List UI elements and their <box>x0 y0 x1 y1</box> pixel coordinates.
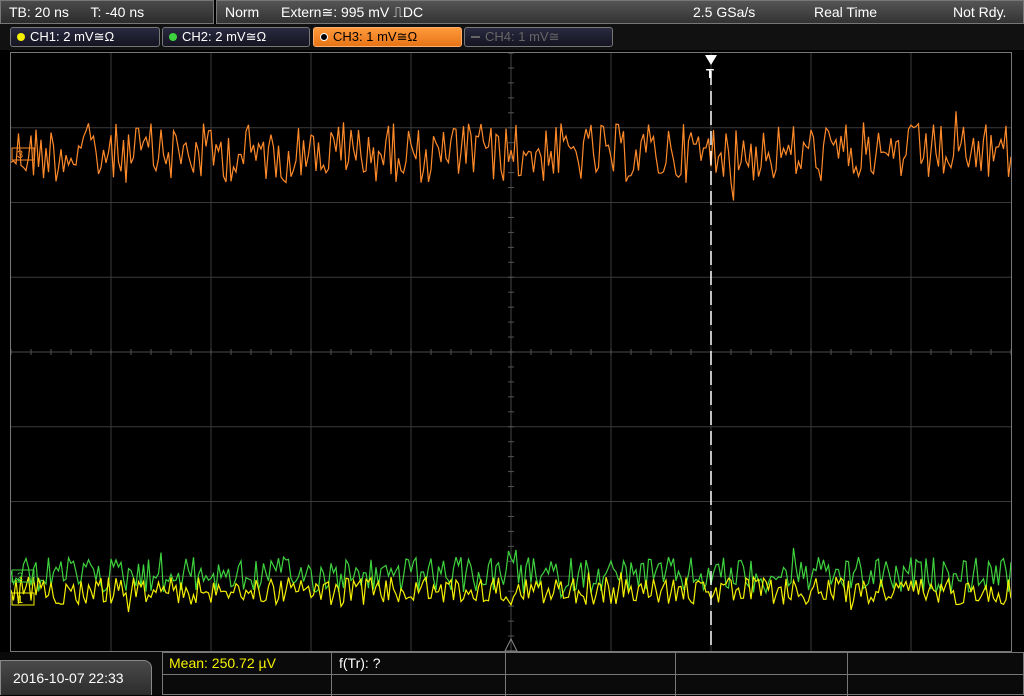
trigger-arrow-icon[interactable] <box>705 55 717 65</box>
svg-text:2: 2 <box>17 571 23 583</box>
timebase-label: TB: 20 ns <box>9 4 69 20</box>
datetime-box: 2016-10-07 22:33 <box>0 660 152 695</box>
acquisition-status-bar[interactable]: Norm Extern≅: 995 mV ⎍DC 2.5 GSa/s Real … <box>216 0 1024 24</box>
channel-3-button[interactable]: CH3: 1 mV≅Ω <box>313 27 462 47</box>
ch2-dot-icon <box>169 33 177 41</box>
channel-1-label: CH1: 2 mV≅Ω <box>30 29 115 44</box>
sample-rate: 2.5 GSa/s <box>693 4 756 20</box>
measurement-divider <box>675 653 676 696</box>
ch4-off-icon <box>471 36 480 38</box>
run-status: Not Rdy. <box>953 4 1007 20</box>
timebase-box[interactable]: TB: 20 ns T: -40 ns <box>0 0 214 24</box>
measurement-divider <box>331 653 332 696</box>
trigger-source: Extern≅: 995 mV ⎍DC <box>281 4 424 20</box>
channel-2-label: CH2: 2 mV≅Ω <box>182 29 267 44</box>
channel-3-label: CH3: 1 mV≅Ω <box>333 29 418 44</box>
channel-row: CH1: 2 mV≅Ω CH2: 2 mV≅Ω CH3: 1 mV≅Ω CH4:… <box>0 24 1024 50</box>
frequency-measurement[interactable]: f(Tr): ? <box>339 655 380 671</box>
measurement-divider <box>505 653 506 696</box>
svg-text:3: 3 <box>17 149 23 161</box>
channel-2-button[interactable]: CH2: 2 mV≅Ω <box>162 27 310 47</box>
datetime-label: 2016-10-07 22:33 <box>13 670 124 686</box>
ch3-dot-icon <box>320 33 328 41</box>
trigger-time-label: T: -40 ns <box>90 4 145 20</box>
measurement-divider <box>163 674 1024 675</box>
acquisition-mode: Real Time <box>814 4 878 20</box>
trigger-marker-label: T <box>706 66 714 81</box>
mean-measurement[interactable]: Mean: 250.72 µV <box>169 655 276 671</box>
channel-4-button[interactable]: CH4: 1 mV≅ <box>464 27 613 47</box>
channel-1-button[interactable]: CH1: 2 mV≅Ω <box>10 27 160 47</box>
svg-text:1: 1 <box>17 594 23 606</box>
waveform-display[interactable]: T 3 2 1 <box>10 52 1012 652</box>
ch3-level-marker[interactable]: 3 <box>11 147 35 161</box>
measurement-panel[interactable]: Mean: 250.72 µV f(Tr): ? <box>162 652 1024 696</box>
channel-4-label: CH4: 1 mV≅ <box>485 29 560 44</box>
trigger-mode: Norm <box>225 4 260 20</box>
measurement-divider <box>847 653 848 696</box>
ch1-dot-icon <box>17 33 25 41</box>
waveform-svg: T 3 2 1 <box>11 53 1011 651</box>
bottom-bar: 2016-10-07 22:33 Mean: 250.72 µV f(Tr): … <box>0 652 1024 696</box>
